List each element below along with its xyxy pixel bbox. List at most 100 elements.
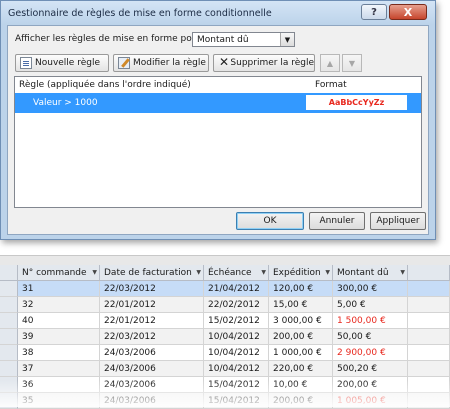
row-header[interactable] <box>0 329 18 345</box>
table-cell[interactable]: 10/04/2012 <box>204 345 269 361</box>
table-cell[interactable]: 37 <box>18 361 100 377</box>
table-cell[interactable]: 15/02/2012 <box>204 313 269 329</box>
table-row[interactable]: 37 24/03/2006 10/04/2012 220,00 €500,20 € <box>0 361 450 377</box>
table-cell[interactable]: 200,00 € <box>269 329 333 345</box>
column-header[interactable]: Expédition ▼ <box>269 265 333 281</box>
table-cell[interactable]: 500,20 € <box>333 361 408 377</box>
table-cell-empty[interactable] <box>408 281 450 297</box>
column-header-label: Expédition <box>273 268 321 278</box>
table-cell[interactable]: 40 <box>18 313 100 329</box>
table-header-row: N° commande ▼ Date de facturation ▼ Échéan… <box>0 265 450 281</box>
table-cell[interactable]: 22/03/2012 <box>100 329 204 345</box>
show-rules-value: Montant dû <box>197 35 249 45</box>
table-row[interactable]: 31 22/03/2012 21/04/2012 120,00 €300,00 € <box>0 281 450 297</box>
table-cell[interactable]: 36 <box>18 377 100 393</box>
dialog-titlebar[interactable]: Gestionnaire de règles de mise en forme … <box>1 1 435 25</box>
column-header[interactable]: Date de facturation ▼ <box>100 265 204 281</box>
delete-rule-button[interactable]: Supprimer la règle <box>213 54 315 72</box>
show-rules-dropdown[interactable]: Montant dû ▼ <box>192 32 295 47</box>
close-button[interactable]: X <box>389 4 427 20</box>
table-cell[interactable]: 1 500,00 € <box>333 313 408 329</box>
table-cell[interactable]: 24/03/2006 <box>100 345 204 361</box>
worksheet-table: N° commande ▼ Date de facturation ▼ Échéan… <box>0 265 450 409</box>
table-cell-empty[interactable] <box>408 313 450 329</box>
table-cell[interactable]: 38 <box>18 345 100 361</box>
apply-button[interactable]: Appliquer <box>370 212 426 230</box>
table-cell[interactable]: 120,00 € <box>269 281 333 297</box>
filter-dropdown-icon[interactable]: ▼ <box>400 269 405 276</box>
table-cell[interactable]: 2 900,00 € <box>333 345 408 361</box>
table-cell[interactable]: 22/02/2012 <box>204 297 269 313</box>
column-header[interactable]: N° commande ▼ <box>18 265 100 281</box>
delete-icon <box>218 55 230 69</box>
move-down-button[interactable]: ▼ <box>342 54 362 72</box>
show-rules-label: Afficher les règles de mise en forme pou… <box>15 34 208 44</box>
edit-rule-button[interactable]: Modifier la règle <box>113 54 209 72</box>
ok-button[interactable]: OK <box>236 212 304 230</box>
rule-condition: Valeur > 1000 <box>33 98 98 108</box>
table-row[interactable]: 36 24/03/2006 15/04/2012 10,00 €200,00 € <box>0 377 450 393</box>
row-header[interactable] <box>0 377 18 393</box>
filter-dropdown-icon[interactable]: ▼ <box>92 269 97 276</box>
table-cell[interactable]: 31 <box>18 281 100 297</box>
table-cell[interactable]: 22/03/2012 <box>100 281 204 297</box>
column-header[interactable]: Échéance ▼ <box>204 265 269 281</box>
edit-rule-icon <box>118 57 130 69</box>
table-cell[interactable]: 15,00 € <box>269 297 333 313</box>
table-cell[interactable]: 32 <box>18 297 100 313</box>
column-header[interactable]: Montant dû ▼ <box>333 265 408 281</box>
dialog-body: Afficher les règles de mise en forme pou… <box>7 25 429 235</box>
table-row[interactable]: 39 22/03/2012 10/04/2012 200,00 €50,00 € <box>0 329 450 345</box>
conditional-formatting-dialog: Gestionnaire de règles de mise en forme … <box>0 0 436 240</box>
table-cell-empty[interactable] <box>408 297 450 313</box>
table-cell[interactable]: 300,00 € <box>333 281 408 297</box>
table-cell[interactable]: 1 000,00 € <box>269 345 333 361</box>
table-cell[interactable]: 21/04/2012 <box>204 281 269 297</box>
corner-cell[interactable] <box>0 265 18 281</box>
table-cell[interactable]: 24/03/2006 <box>100 377 204 393</box>
edit-rule-label: Modifier la règle <box>133 58 206 68</box>
table-cell[interactable]: 3 000,00 € <box>269 313 333 329</box>
table-cell[interactable]: 15/04/2012 <box>204 377 269 393</box>
dialog-title: Gestionnaire de règles de mise en forme … <box>8 8 272 19</box>
table-row[interactable]: 32 22/01/2012 22/02/2012 15,00 €5,00 € <box>0 297 450 313</box>
filter-dropdown-icon[interactable]: ▼ <box>261 269 266 276</box>
filter-dropdown-icon[interactable]: ▼ <box>325 269 330 276</box>
table-cell[interactable]: 24/03/2006 <box>100 361 204 377</box>
empty-column-header[interactable] <box>408 265 450 281</box>
table-cell-empty[interactable] <box>408 329 450 345</box>
table-cell[interactable]: 50,00 € <box>333 329 408 345</box>
table-cell[interactable]: 39 <box>18 329 100 345</box>
row-header[interactable] <box>0 313 18 329</box>
rules-list-header: Règle (appliquée dans l'ordre indiqué) F… <box>15 77 421 94</box>
cancel-button[interactable]: Annuler <box>309 212 365 230</box>
table-cell-empty[interactable] <box>408 377 450 393</box>
table-cell[interactable]: 10,00 € <box>269 377 333 393</box>
row-header[interactable] <box>0 361 18 377</box>
table-cell[interactable]: 220,00 € <box>269 361 333 377</box>
column-header-label: N° commande <box>22 268 87 278</box>
table-cell[interactable]: 22/01/2012 <box>100 297 204 313</box>
row-header[interactable] <box>0 345 18 361</box>
format-preview: AaBbCcYyZz <box>306 95 407 110</box>
filter-dropdown-icon[interactable]: ▼ <box>196 269 201 276</box>
rule-row[interactable]: Valeur > 1000 AaBbCcYyZz <box>15 93 421 113</box>
new-rule-label: Nouvelle règle <box>35 58 100 68</box>
format-column-header: Format <box>315 80 347 90</box>
table-cell[interactable]: 10/04/2012 <box>204 361 269 377</box>
row-header[interactable] <box>0 281 18 297</box>
table-cell[interactable]: 10/04/2012 <box>204 329 269 345</box>
help-button[interactable]: ? <box>361 4 387 20</box>
table-cell[interactable]: 22/01/2012 <box>100 313 204 329</box>
move-up-button[interactable]: ▲ <box>320 54 340 72</box>
row-header[interactable] <box>0 297 18 313</box>
table-cell-empty[interactable] <box>408 345 450 361</box>
table-row[interactable]: 40 22/01/2012 15/02/2012 3 000,00 €1 500,00… <box>0 313 450 329</box>
chevron-down-icon[interactable]: ▼ <box>280 33 294 46</box>
table-cell[interactable]: 5,00 € <box>333 297 408 313</box>
table-cell-empty[interactable] <box>408 361 450 377</box>
column-header-label: Montant dû <box>337 268 389 278</box>
table-cell[interactable]: 200,00 € <box>333 377 408 393</box>
table-row[interactable]: 38 24/03/2006 10/04/2012 1 000,00 €2 900,00… <box>0 345 450 361</box>
new-rule-button[interactable]: Nouvelle règle <box>15 54 109 72</box>
